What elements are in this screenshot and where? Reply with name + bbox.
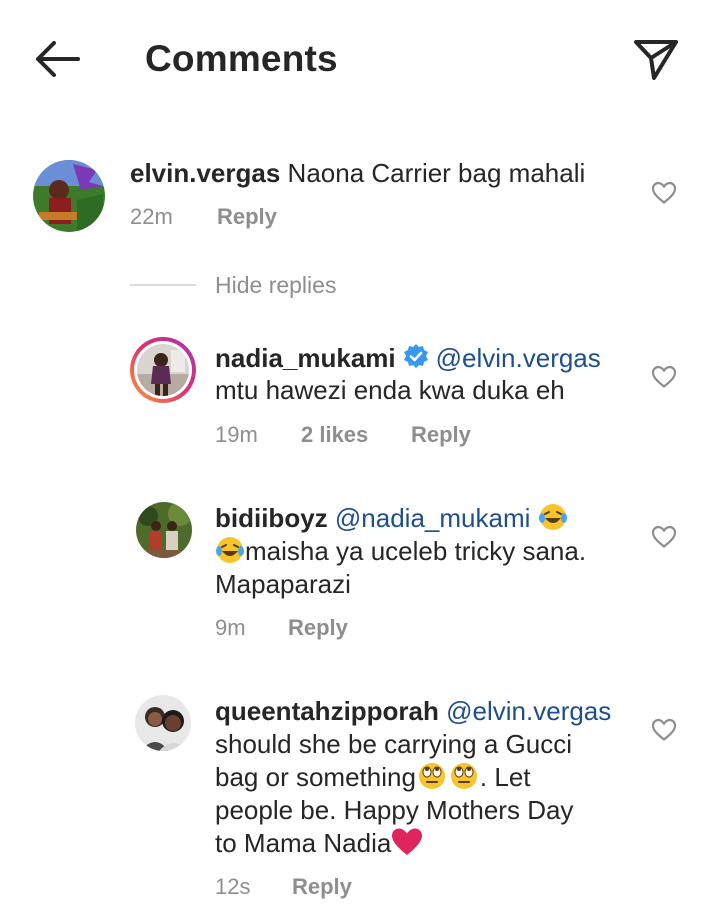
avatar[interactable] [136,502,192,558]
reply-text: . Let [479,762,531,792]
page-title: Comments [145,38,338,79]
paper-plane-icon [634,40,678,80]
heart-icon[interactable] [651,365,677,389]
reply-time: 12s [215,874,251,899]
back-button[interactable] [30,36,84,82]
share-button[interactable] [630,34,682,84]
divider [130,284,196,286]
heart-icon[interactable] [651,181,677,205]
avatar[interactable] [33,160,105,232]
red-heart-emoji-icon [392,828,423,855]
reply-text: to Mama Nadia [215,828,392,858]
reply-text: Mapaparazi [215,569,351,599]
reply-text: mtu hawezi enda kwa duka eh [215,375,565,405]
likes-count[interactable]: 2 likes [301,422,368,448]
laughing-crying-emoji-icon [216,537,244,563]
avatar[interactable] [130,337,196,403]
eye-roll-emoji-icon [450,763,477,789]
mention-link[interactable]: @elvin.vergas [446,696,611,726]
comment-text: Naona Carrier bag mahali [287,158,586,188]
heart-icon[interactable] [651,525,677,549]
eye-roll-emoji-icon [418,763,445,789]
reply-time: 19m [215,422,258,447]
reply-button[interactable]: Reply [217,204,277,230]
header: Comments [0,0,720,118]
reply-text: maisha ya uceleb tricky sana. [245,536,587,566]
reply-username[interactable]: bidiiboyz [215,503,328,533]
reply-username[interactable]: nadia_mukami [215,343,396,373]
reply-username[interactable]: queentahzipporah [215,696,439,726]
avatar[interactable] [135,695,191,751]
verified-badge-icon [403,344,428,368]
comment-time: 22m [130,204,173,229]
mention-link[interactable]: @nadia_mukami [335,503,530,533]
hide-replies-button[interactable]: Hide replies [215,272,336,299]
reply-button[interactable]: Reply [288,615,348,641]
heart-icon[interactable] [651,718,677,742]
reply-time: 9m [215,615,246,640]
laughing-crying-emoji-icon [538,504,567,530]
reply-button[interactable]: Reply [292,874,352,900]
reply-text: bag or something [215,762,416,792]
reply-text: should she be carrying a Gucci [215,729,572,759]
reply-button[interactable]: Reply [411,422,471,448]
comment-username[interactable]: elvin.vergas [130,158,280,188]
arrow-left-icon [36,41,80,77]
reply-text: people be. Happy Mothers Day [215,795,574,825]
mention-link[interactable]: @elvin.vergas [436,343,601,373]
